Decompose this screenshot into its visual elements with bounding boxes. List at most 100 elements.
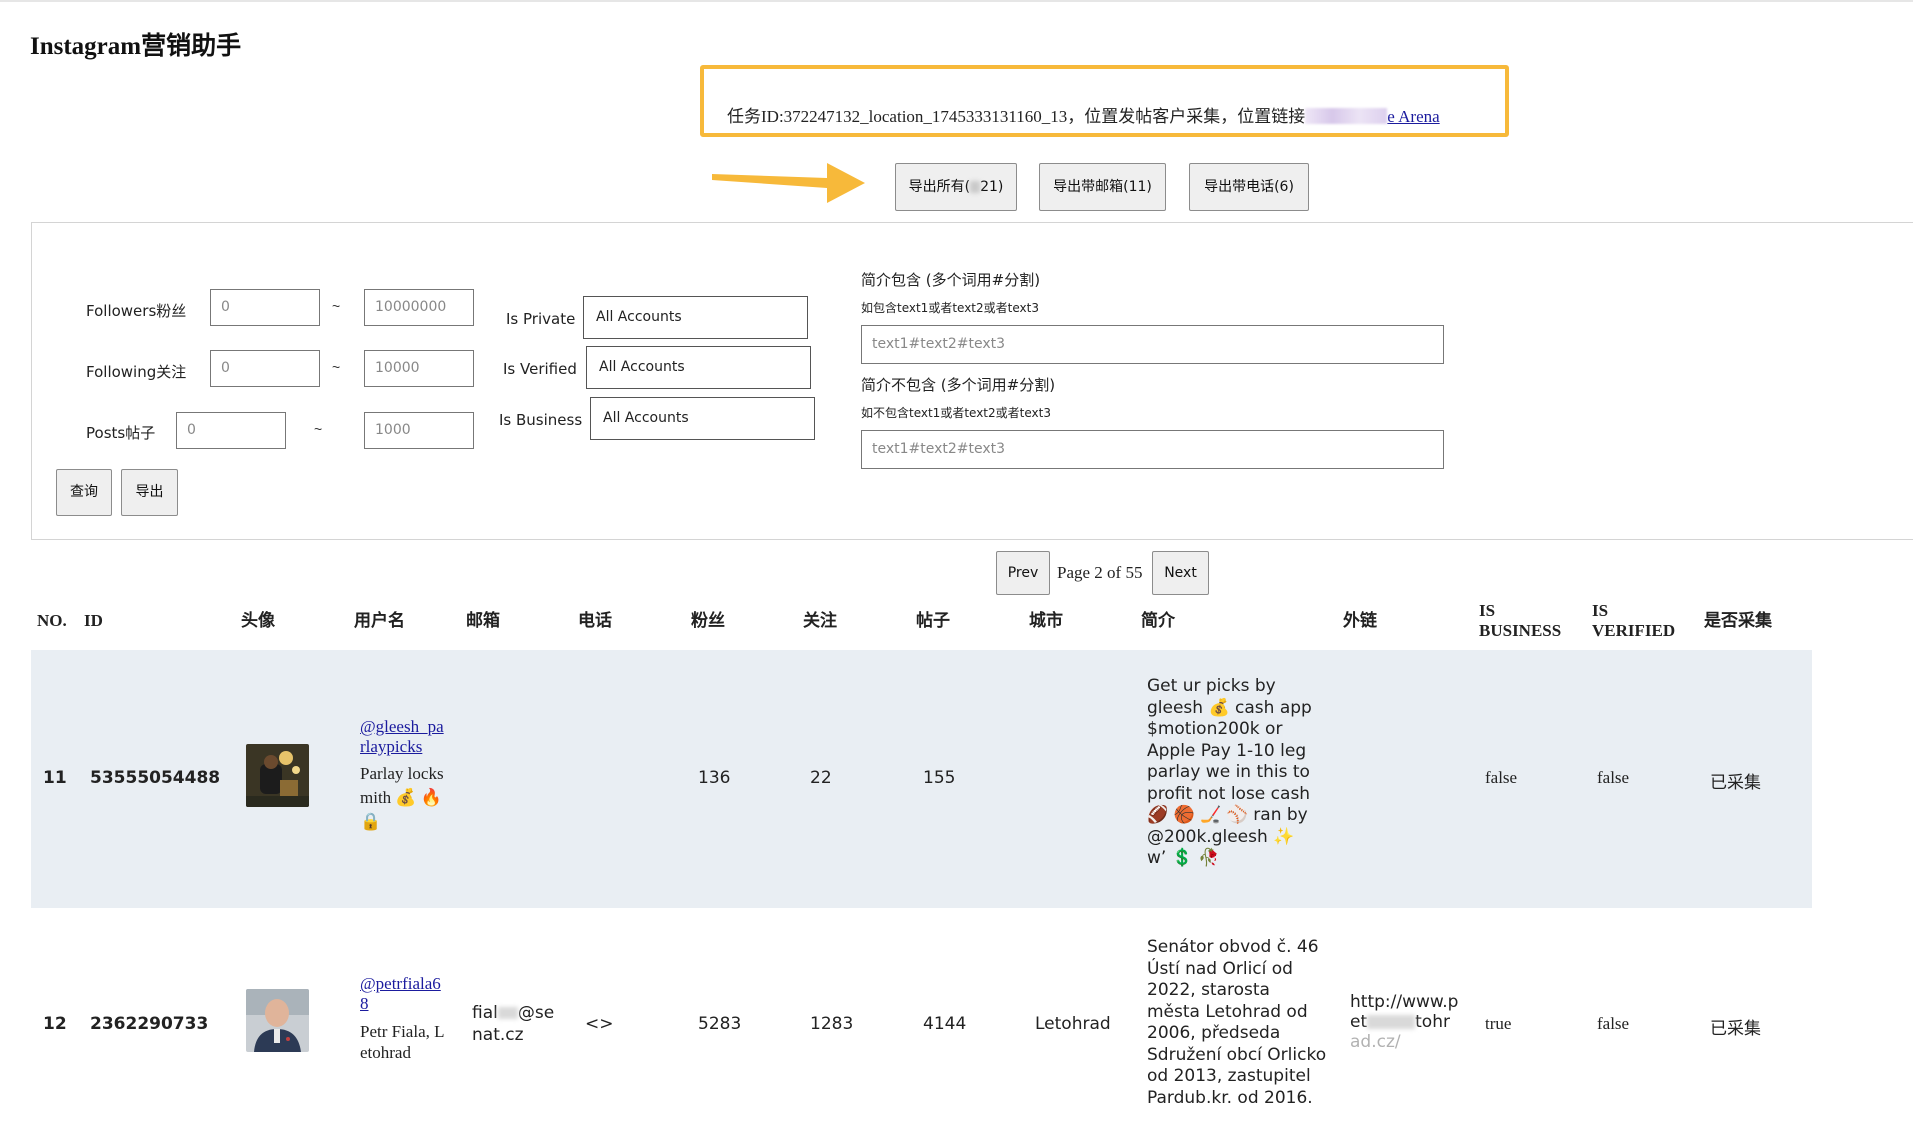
is-business-select[interactable]: All Accounts (590, 397, 815, 440)
posts-min-input[interactable]: 0 (176, 412, 286, 449)
display-name-c: 🔒 (360, 812, 382, 831)
row-username[interactable]: @petrfiala6 8 (360, 974, 441, 1014)
row-collected: 已采集 (1710, 1019, 1761, 1039)
display-name-a: Parlay locks (360, 764, 444, 783)
bio-exclude-label: 简介不包含 (多个词用#分割) (861, 376, 1056, 394)
top-divider (0, 0, 1913, 2)
bio-include-label: 简介包含 (多个词用#分割) (861, 271, 1041, 289)
row-following: 22 (810, 768, 832, 788)
row-is-business: false (1485, 768, 1518, 787)
following-range-sep: ~ (332, 359, 341, 375)
prev-page-button[interactable]: Prev (996, 551, 1050, 595)
row-username[interactable]: @gleesh_pa rlaypicks (360, 717, 444, 757)
bio-line: Pardub.kr. od 2016. (1147, 1087, 1313, 1108)
row-display-name: Petr Fiala, L etohrad (360, 1021, 445, 1063)
bio-line: města Letohrad od (1147, 1001, 1308, 1022)
header-username: 用户名 (354, 611, 405, 630)
row-phone: <> (585, 1014, 614, 1034)
bio-line: Get ur picks by (1147, 676, 1276, 696)
header-collected: 是否采集 (1704, 611, 1772, 630)
row-posts: 4144 (923, 1014, 967, 1034)
row-link[interactable]: http://www.p et tohr ad.cz/ (1350, 992, 1458, 1052)
row-id: 2362290733 (90, 1014, 209, 1034)
avatar[interactable] (246, 744, 309, 807)
is-private-select[interactable]: All Accounts (583, 296, 808, 339)
following-label: Following关注 (86, 363, 187, 381)
bio-line: 🏈 🏀 🏒 ⚾ ran by (1147, 805, 1308, 825)
header-email: 邮箱 (466, 611, 500, 630)
posts-range-sep: ~ (314, 421, 323, 437)
following-max-input[interactable]: 10000 (364, 350, 474, 387)
row-following: 1283 (810, 1014, 854, 1034)
page-indicator: Page 2 of 55 (1057, 563, 1143, 582)
row-display-name: Parlay locks mith 💰 🔥 🔒 (360, 762, 444, 834)
bio-line: @200k.gleesh ✨ (1147, 826, 1295, 847)
next-page-button[interactable]: Next (1152, 551, 1209, 595)
export-all-label-b: 21) (980, 179, 1004, 195)
task-info-box: 任务ID:372247132_location_1745333131160_13… (700, 65, 1509, 137)
username-link-a[interactable]: @gleesh_pa (360, 717, 444, 737)
link-part-d[interactable]: ad.cz/ (1350, 1032, 1458, 1052)
link-part-a[interactable]: http://www.p (1350, 992, 1458, 1012)
export-email-button[interactable]: 导出带邮箱(11) (1039, 163, 1166, 211)
blurred-link (1367, 1015, 1416, 1029)
export-all-label-a: 导出所有( (908, 179, 971, 195)
header-city: 城市 (1029, 611, 1063, 630)
bio-line: Ústí nad Orlicí od (1147, 958, 1293, 979)
export-button[interactable]: 导出 (121, 469, 178, 516)
header-followers: 粉丝 (691, 611, 725, 630)
header-posts: 帖子 (916, 611, 950, 630)
row-is-verified: false (1597, 768, 1630, 787)
row-posts: 155 (923, 768, 956, 788)
location-link[interactable]: e Arena (1387, 107, 1439, 126)
username-link-b[interactable]: rlaypicks (360, 737, 444, 757)
task-info-text: 任务ID:372247132_location_1745333131160_13… (727, 102, 1440, 127)
avatar[interactable] (246, 989, 309, 1052)
username-link-a[interactable]: @petrfiala6 (360, 974, 441, 994)
followers-min-input[interactable]: 0 (210, 289, 320, 326)
email-part-a: fial (472, 1003, 498, 1023)
bio-line: 2006, předseda (1147, 1023, 1281, 1043)
bio-line: parlay we in this to (1147, 762, 1310, 782)
display-name-b: etohrad (360, 1043, 411, 1062)
is-business-label: Is Business (499, 411, 583, 429)
row-city: Letohrad (1035, 1014, 1111, 1034)
row-bio: Get ur picks by gleesh 💰 cash app $motio… (1147, 676, 1327, 870)
link-part-c[interactable]: tohr (1415, 1012, 1450, 1032)
posts-max-input[interactable]: 1000 (364, 412, 474, 449)
header-is-verified-b: VERIFIED (1592, 621, 1676, 640)
header-phone: 电话 (578, 611, 612, 630)
row-collected: 已采集 (1710, 773, 1761, 793)
email-part-b: @se (517, 1003, 555, 1023)
row-is-business: true (1485, 1014, 1512, 1033)
bio-line: gleesh 💰 cash app (1147, 697, 1312, 718)
bio-line: profit not lose cash (1147, 783, 1311, 804)
header-id: ID (84, 611, 103, 630)
display-name-a: Petr Fiala, L (360, 1022, 445, 1041)
header-is-business: IS BUSINESS (1479, 601, 1561, 641)
row-email: fial @se nat.cz (472, 1002, 554, 1046)
link-part-b[interactable]: et (1350, 1012, 1367, 1032)
bio-line: 2022, starosta (1147, 980, 1270, 1000)
bio-line: Senátor obvod č. 46 (1147, 937, 1319, 957)
display-name-b: mith 💰 🔥 (360, 788, 443, 807)
followers-max-input[interactable]: 10000000 (364, 289, 474, 326)
export-phone-button[interactable]: 导出带电话(6) (1189, 163, 1309, 211)
row-no: 11 (43, 768, 67, 788)
task-info-prefix: 任务ID:372247132_location_1745333131160_13… (727, 107, 1306, 126)
posts-label: Posts帖子 (86, 424, 156, 442)
is-verified-select[interactable]: All Accounts (586, 346, 811, 389)
row-no: 12 (43, 1014, 67, 1034)
blurred-count (970, 181, 981, 193)
bio-exclude-input[interactable]: text1#text2#text3 (861, 430, 1444, 469)
header-following: 关注 (803, 611, 837, 630)
bio-include-input[interactable]: text1#text2#text3 (861, 325, 1444, 364)
header-is-verified-a: IS (1592, 601, 1609, 620)
export-all-button[interactable]: 导出所有( 21) (895, 163, 1017, 211)
username-link-b[interactable]: 8 (360, 994, 441, 1014)
query-button[interactable]: 查询 (56, 469, 112, 516)
email-part-c: nat.cz (472, 1025, 524, 1045)
row-id: 53555054488 (90, 768, 221, 788)
bio-line: Sdružení obcí Orlicko (1147, 1044, 1327, 1065)
following-min-input[interactable]: 0 (210, 350, 320, 387)
